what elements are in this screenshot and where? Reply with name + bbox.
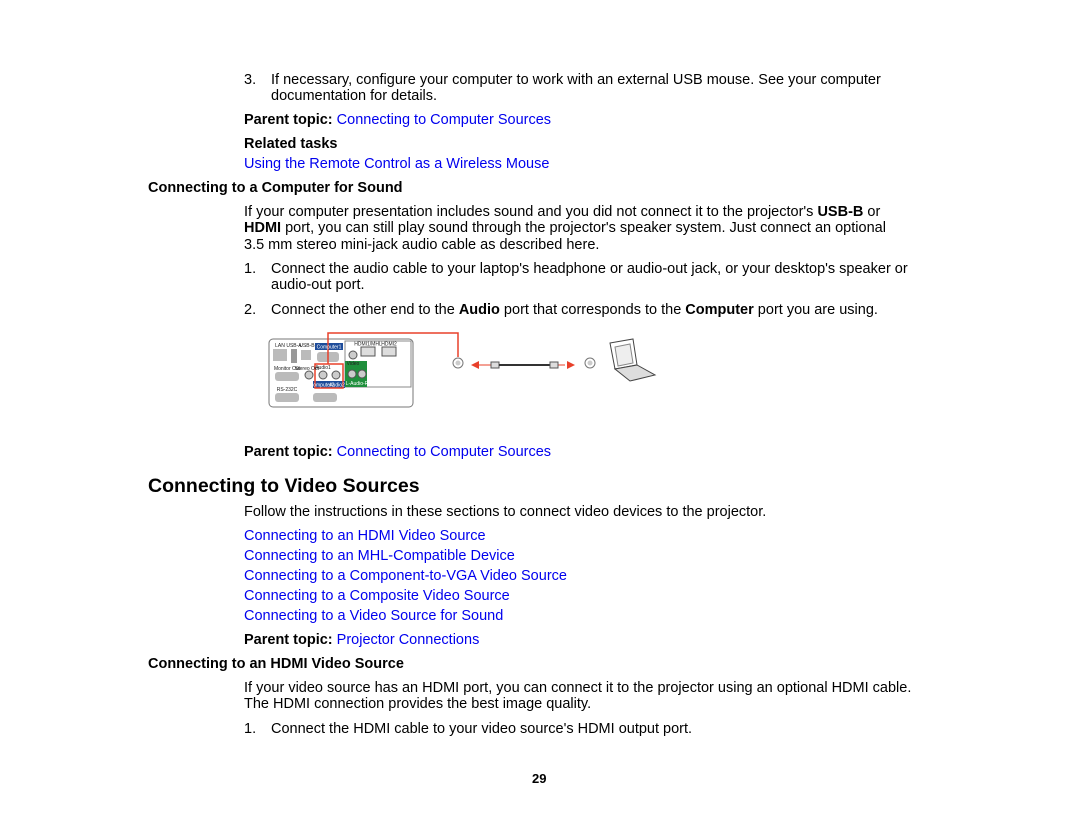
port-label-l-audio-r: L-Audio-R bbox=[346, 381, 369, 387]
port-label-computer2: Computer2 bbox=[310, 383, 335, 389]
parent-topic: Parent topic: Connecting to Computer Sou… bbox=[244, 112, 551, 129]
page-section-title: Connecting to Video Sources bbox=[148, 475, 420, 497]
paragraph: If your computer presentation includes s… bbox=[244, 204, 881, 220]
paragraph: If your video source has an HDMI port, y… bbox=[244, 680, 912, 696]
step-number: 3. bbox=[244, 72, 257, 88]
topic-link[interactable]: Connecting to a Component-to-VGA Video S… bbox=[244, 568, 567, 585]
parent-topic: Parent topic: Projector Connections bbox=[244, 632, 480, 648]
topic-link[interactable]: Connecting to a Composite Video Source bbox=[244, 588, 510, 605]
port-label-audio1: Audio1 bbox=[315, 365, 331, 371]
parent-topic-link[interactable]: Connecting to Computer Sources bbox=[337, 112, 551, 128]
port-label-hdmi2: HDMI2 bbox=[381, 342, 397, 348]
parent-topic-link[interactable]: Projector Connections bbox=[337, 632, 480, 648]
page-number: 29 bbox=[532, 771, 547, 786]
paragraph: HDMI port, you can still play sound thro… bbox=[244, 220, 886, 236]
step-number: 2. bbox=[244, 302, 257, 318]
step-number: 1. bbox=[244, 261, 257, 277]
port-label-hdmi1-mhl: HDMI1/MHL bbox=[354, 342, 382, 348]
related-tasks-label: Related tasks bbox=[244, 136, 338, 152]
parent-topic-link[interactable]: Connecting to Computer Sources bbox=[337, 444, 551, 460]
topic-link[interactable]: Connecting to an HDMI Video Source bbox=[244, 528, 486, 545]
parent-topic-label: Parent topic: bbox=[244, 112, 333, 128]
port-label-usb-b: USB-B bbox=[299, 343, 315, 349]
topic-link[interactable]: Connecting to a Video Source for Sound bbox=[244, 608, 503, 625]
paragraph: 3.5 mm stereo mini-jack audio cable as d… bbox=[244, 237, 600, 253]
step-text: Connect the other end to the Audio port … bbox=[271, 302, 878, 318]
section-heading: Connecting to an HDMI Video Source bbox=[148, 656, 404, 672]
step-text: documentation for details. bbox=[271, 88, 438, 104]
step-text: Connect the audio cable to your laptop's… bbox=[271, 261, 908, 277]
step-text: audio-out port. bbox=[271, 277, 365, 293]
port-label-computer1: Computer1 bbox=[317, 345, 342, 351]
parent-topic: Parent topic: Connecting to Computer Sou… bbox=[244, 444, 552, 460]
port-label-video: Video bbox=[347, 361, 360, 367]
audio-connection-illustration: LAN USB-A USB-B Computer1 HDMI1/MHL HDMI… bbox=[268, 332, 657, 408]
step-text: Connect the HDMI cable to your video sou… bbox=[271, 721, 693, 737]
step-number: 1. bbox=[244, 721, 257, 737]
paragraph: Follow the instructions in these section… bbox=[244, 504, 767, 520]
paragraph: The HDMI connection provides the best im… bbox=[244, 696, 592, 712]
topic-link[interactable]: Connecting to an MHL-Compatible Device bbox=[244, 548, 515, 565]
port-label-lan: LAN bbox=[275, 343, 285, 349]
port-label-rs-232c: RS-232C bbox=[277, 387, 298, 393]
step-text: If necessary, configure your computer to… bbox=[271, 72, 881, 88]
document-page: 3. If necessary, configure your computer… bbox=[0, 0, 1080, 834]
section-heading: Connecting to a Computer for Sound bbox=[148, 180, 403, 196]
related-task-link[interactable]: Using the Remote Control as a Wireless M… bbox=[244, 156, 549, 173]
